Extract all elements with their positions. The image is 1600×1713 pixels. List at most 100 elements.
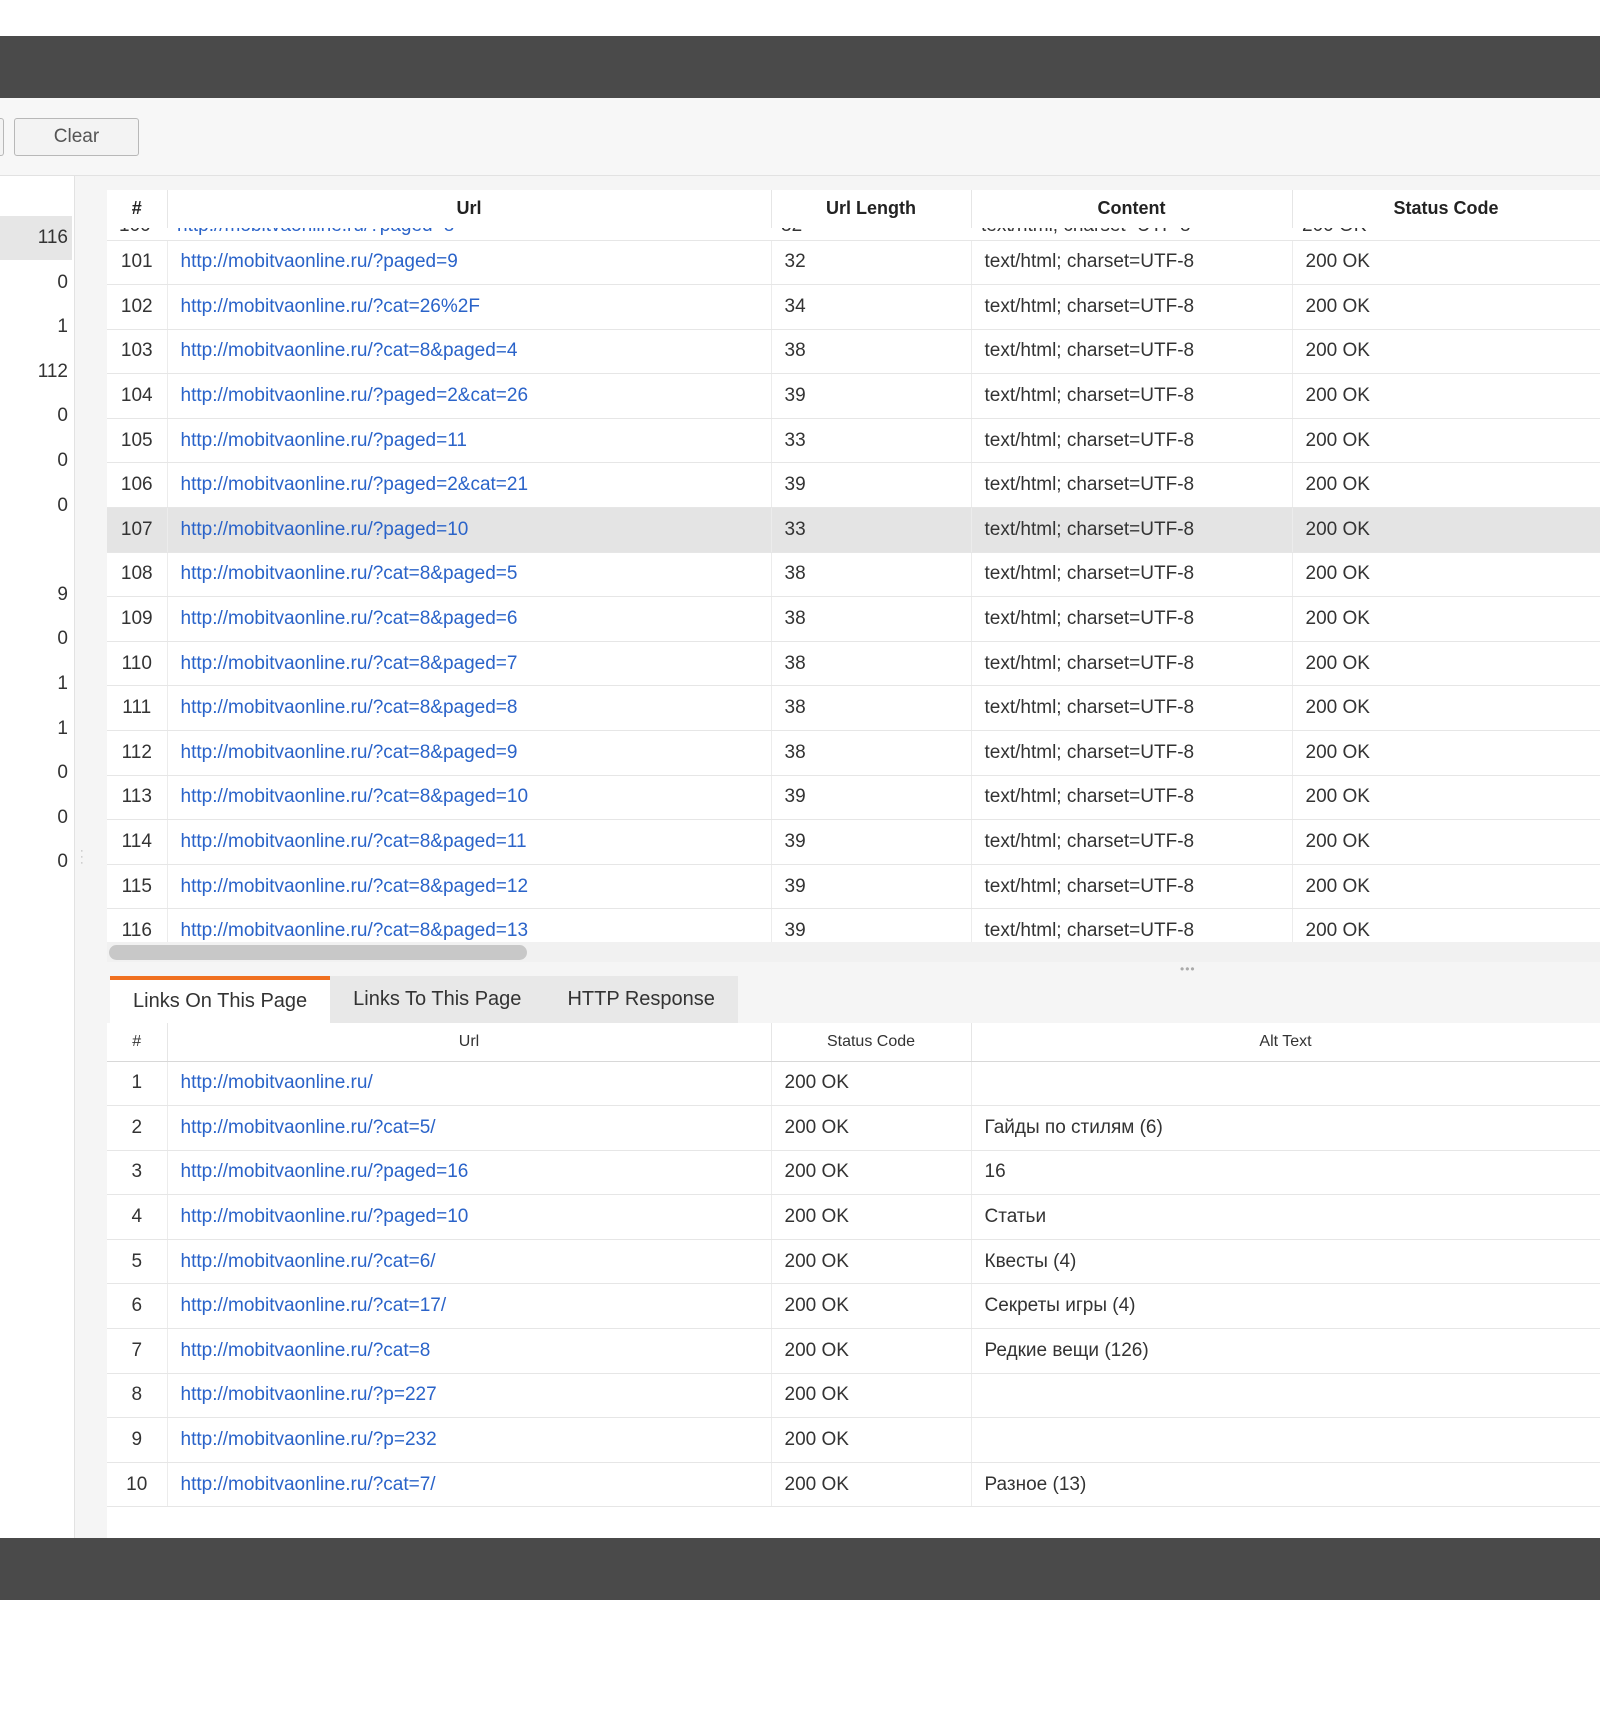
link-url[interactable]: http://mobitvaonline.ru/?p=227 — [181, 1384, 437, 1405]
link-url[interactable]: http://mobitvaonline.ru/?cat=6/ — [181, 1251, 436, 1272]
column-header-status-code[interactable]: Status Code — [1292, 190, 1600, 229]
link-url-cell: http://mobitvaonline.ru/?cat=5/ — [167, 1105, 772, 1151]
url-link[interactable]: http://mobitvaonline.ru/?cat=8&paged=6 — [181, 608, 518, 629]
content-type-cell: text/html; charset=UTF-8 — [971, 864, 1293, 910]
url-link[interactable]: http://mobitvaonline.ru/?cat=8&paged=4 — [181, 340, 518, 361]
partial-row-length: 32 — [781, 228, 802, 237]
table-row[interactable]: 114 http://mobitvaonline.ru/?cat=8&paged=… — [107, 819, 1600, 865]
table-row[interactable]: 106 http://mobitvaonline.ru/?paged=2&cat=… — [107, 462, 1600, 509]
url-link[interactable]: http://mobitvaonline.ru/?cat=8&paged=5 — [181, 563, 518, 584]
table-row[interactable]: 115 http://mobitvaonline.ru/?cat=8&paged=… — [107, 864, 1600, 910]
tab-links-on-this-page[interactable]: Links On This Page — [110, 976, 331, 1023]
links-table-row[interactable]: 1 http://mobitvaonline.ru/200 OK — [107, 1061, 1600, 1107]
url-link[interactable]: http://mobitvaonline.ru/?cat=8&paged=12 — [181, 876, 529, 897]
summary-count[interactable]: 0 — [0, 484, 72, 528]
links-table-row[interactable]: 8 http://mobitvaonline.ru/?p=227 200 OK — [107, 1373, 1600, 1419]
link-url[interactable]: http://mobitvaonline.ru/ — [181, 1072, 373, 1093]
url-cell: http://mobitvaonline.ru/?cat=26%2F — [167, 284, 772, 330]
link-url[interactable]: http://mobitvaonline.ru/?p=232 — [181, 1429, 437, 1450]
links-table-row[interactable]: 6 http://mobitvaonline.ru/?cat=17/200 OK С… — [107, 1283, 1600, 1330]
table-row[interactable]: 110 http://mobitvaonline.ru/?cat=8&paged=… — [107, 641, 1600, 687]
links-table-row[interactable]: 7 http://mobitvaonline.ru/?cat=8 200 OK Ред… — [107, 1328, 1600, 1374]
horizontal-scrollbar[interactable] — [107, 942, 1600, 962]
column-header-url-length[interactable]: Url Length — [771, 190, 972, 229]
table-row[interactable]: 103 http://mobitvaonline.ru/?cat=8&paged=… — [107, 329, 1600, 375]
content-type-cell: text/html; charset=UTF-8 — [971, 641, 1293, 687]
partial-row-url[interactable]: http://mobitvaonline.ru/?paged=8 — [177, 228, 454, 237]
link-url[interactable]: http://mobitvaonline.ru/?paged=10 — [181, 1206, 469, 1227]
link-url[interactable]: http://mobitvaonline.ru/?cat=17/ — [181, 1295, 447, 1316]
toolbar-button-partial[interactable] — [0, 118, 4, 156]
url-link[interactable]: http://mobitvaonline.ru/?cat=26%2F — [181, 296, 480, 317]
summary-count[interactable]: 1 — [0, 707, 72, 751]
links-column-header-status-code[interactable]: Status Code — [771, 1023, 972, 1062]
tab-links-to-this-page[interactable]: Links To This Page — [330, 976, 545, 1023]
url-link[interactable]: http://mobitvaonline.ru/?cat=8&paged=8 — [181, 697, 518, 718]
vertical-splitter-handle[interactable]: · · · — [80, 846, 84, 869]
links-table-row[interactable]: 2 http://mobitvaonline.ru/?cat=5/200 OK Га… — [107, 1105, 1600, 1151]
table-row[interactable]: 101 http://mobitvaonline.ru/?paged=9 32 tex… — [107, 240, 1600, 286]
url-link[interactable]: http://mobitvaonline.ru/?cat=8&paged=9 — [181, 742, 518, 763]
url-link[interactable]: http://mobitvaonline.ru/?paged=2&cat=26 — [181, 385, 529, 406]
table-row[interactable]: 111 http://mobitvaonline.ru/?cat=8&paged=… — [107, 685, 1600, 732]
summary-count[interactable]: 0 — [0, 439, 72, 483]
link-url[interactable]: http://mobitvaonline.ru/?cat=8 — [181, 1340, 431, 1361]
summary-count[interactable]: 0 — [0, 394, 72, 438]
links-column-header-url[interactable]: Url — [167, 1023, 772, 1062]
links-table-row[interactable]: 10 http://mobitvaonline.ru/?cat=7/200 OK Р… — [107, 1462, 1600, 1508]
link-url[interactable]: http://mobitvaonline.ru/?cat=7/ — [181, 1474, 436, 1495]
summary-count[interactable]: 0 — [0, 261, 72, 305]
column-header-url[interactable]: Url — [167, 190, 772, 229]
summary-count[interactable]: 1 — [0, 662, 72, 706]
url-link[interactable]: http://mobitvaonline.ru/?cat=8&paged=7 — [181, 653, 518, 674]
summary-count[interactable] — [0, 528, 72, 572]
table-row[interactable]: 108 http://mobitvaonline.ru/?cat=8&paged=… — [107, 552, 1600, 598]
links-table-row[interactable]: 4 http://mobitvaonline.ru/?paged=10 200 OK… — [107, 1194, 1600, 1240]
link-status-cell: 200 OK — [771, 1239, 972, 1285]
links-column-header-num[interactable]: # — [107, 1023, 168, 1062]
column-header-content[interactable]: Content — [971, 190, 1293, 229]
url-link[interactable]: http://mobitvaonline.ru/?paged=2&cat=21 — [181, 474, 529, 495]
content-type-cell: text/html; charset=UTF-8 — [971, 462, 1293, 509]
table-row[interactable]: 105 http://mobitvaonline.ru/?paged=11 33 te… — [107, 418, 1600, 464]
url-link[interactable]: http://mobitvaonline.ru/?cat=8&paged=11 — [181, 831, 527, 852]
links-table-row[interactable]: 5 http://mobitvaonline.ru/?cat=6/200 OK Кв… — [107, 1239, 1600, 1285]
table-row[interactable]: 102 http://mobitvaonline.ru/?cat=26%2F 34 t… — [107, 284, 1600, 330]
horizontal-splitter-handle[interactable]: ••• — [1180, 962, 1196, 976]
summary-count[interactable]: 0 — [0, 796, 72, 840]
title-bar — [0, 36, 1600, 98]
url-length-cell: 34 — [771, 284, 972, 330]
summary-count[interactable]: 112 — [0, 350, 72, 394]
column-header-num[interactable]: # — [107, 190, 168, 229]
clear-button[interactable]: Clear — [14, 118, 139, 156]
links-table-row[interactable]: 9 http://mobitvaonline.ru/?p=232 200 OK — [107, 1417, 1600, 1463]
url-length-cell: 38 — [771, 730, 972, 776]
table-row[interactable]: 107 http://mobitvaonline.ru/?paged=10 33 te… — [107, 507, 1600, 553]
scrollbar-thumb[interactable] — [109, 945, 527, 960]
row-number: 104 — [107, 373, 168, 419]
url-link[interactable]: http://mobitvaonline.ru/?paged=10 — [181, 519, 469, 540]
tab-http-response[interactable]: HTTP Response — [544, 976, 738, 1023]
url-link[interactable]: http://mobitvaonline.ru/?paged=11 — [181, 430, 467, 451]
url-link[interactable]: http://mobitvaonline.ru/?cat=8&paged=13 — [181, 920, 529, 941]
summary-count[interactable]: 1 — [0, 305, 72, 349]
table-row[interactable]: 112 http://mobitvaonline.ru/?cat=8&paged=… — [107, 730, 1600, 776]
summary-count[interactable]: 0 — [0, 840, 72, 884]
link-url-cell: http://mobitvaonline.ru/ — [167, 1061, 772, 1107]
links-column-header-alt-text[interactable]: Alt Text — [971, 1023, 1600, 1062]
links-table-row[interactable]: 3 http://mobitvaonline.ru/?paged=16 200 OK… — [107, 1150, 1600, 1196]
table-row[interactable]: 104 http://mobitvaonline.ru/?paged=2&cat=… — [107, 373, 1600, 419]
partial-table-row[interactable]: 100 http://mobitvaonline.ru/?paged=8 32 … — [107, 228, 1600, 240]
url-link[interactable]: http://mobitvaonline.ru/?cat=8&paged=10 — [181, 786, 529, 807]
table-row[interactable]: 113 http://mobitvaonline.ru/?cat=8&paged=… — [107, 775, 1600, 821]
alt-text-cell: 16 — [971, 1150, 1600, 1196]
link-url[interactable]: http://mobitvaonline.ru/?paged=16 — [181, 1161, 469, 1182]
row-number: 101 — [107, 240, 168, 286]
link-url[interactable]: http://mobitvaonline.ru/?cat=5/ — [181, 1117, 436, 1138]
table-row[interactable]: 109 http://mobitvaonline.ru/?cat=8&paged=… — [107, 596, 1600, 642]
summary-count[interactable]: 0 — [0, 617, 72, 661]
summary-count[interactable]: 0 — [0, 751, 72, 795]
summary-count[interactable]: 116 — [0, 216, 72, 260]
url-link[interactable]: http://mobitvaonline.ru/?paged=9 — [181, 251, 458, 272]
summary-count[interactable]: 9 — [0, 573, 72, 617]
